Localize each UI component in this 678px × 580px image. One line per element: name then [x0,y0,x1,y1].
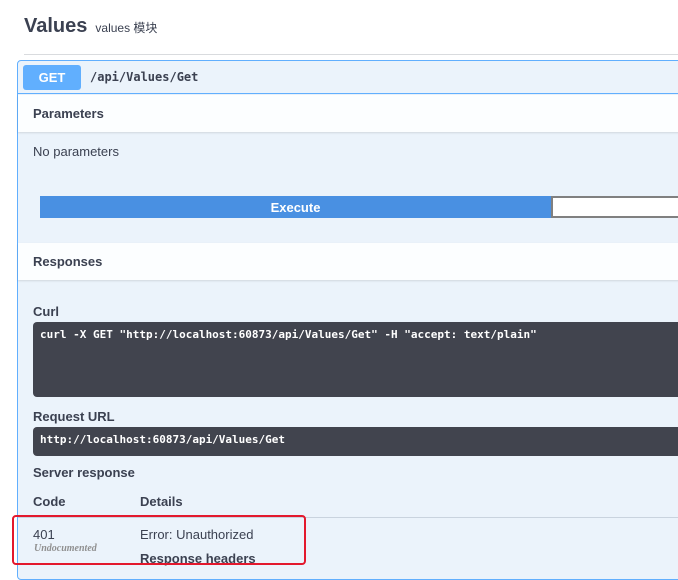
execute-button[interactable]: Execute [40,196,551,218]
request-url-label: Request URL [33,409,115,424]
parameters-title: Parameters [33,106,104,121]
parameters-section-header: Parameters [18,95,678,132]
operation-path: /api/Values/Get [90,70,199,84]
responses-section-header: Responses [18,243,678,280]
method-badge: GET [23,65,81,90]
no-parameters-text: No parameters [33,144,119,159]
tag-title: Values [24,14,88,37]
highlight-annotation [12,515,306,565]
curl-code-box[interactable]: curl -X GET "http://localhost:60873/api/… [33,322,678,397]
responses-title: Responses [33,254,103,269]
tag-description: values 模块 [95,20,158,35]
clear-button[interactable] [551,196,678,218]
code-column-header: Code [33,494,66,509]
request-url-box[interactable]: http://localhost:60873/api/Values/Get [33,427,678,456]
execute-wrapper: Execute [40,196,678,218]
server-response-label: Server response [33,465,135,480]
operation-summary[interactable]: GET /api/Values/Get [18,61,678,94]
operation-block: GET /api/Values/Get Parameters No parame… [17,60,678,580]
curl-label: Curl [33,304,59,319]
tag-header[interactable]: Values values 模块 [24,0,678,55]
details-column-header: Details [140,494,183,509]
